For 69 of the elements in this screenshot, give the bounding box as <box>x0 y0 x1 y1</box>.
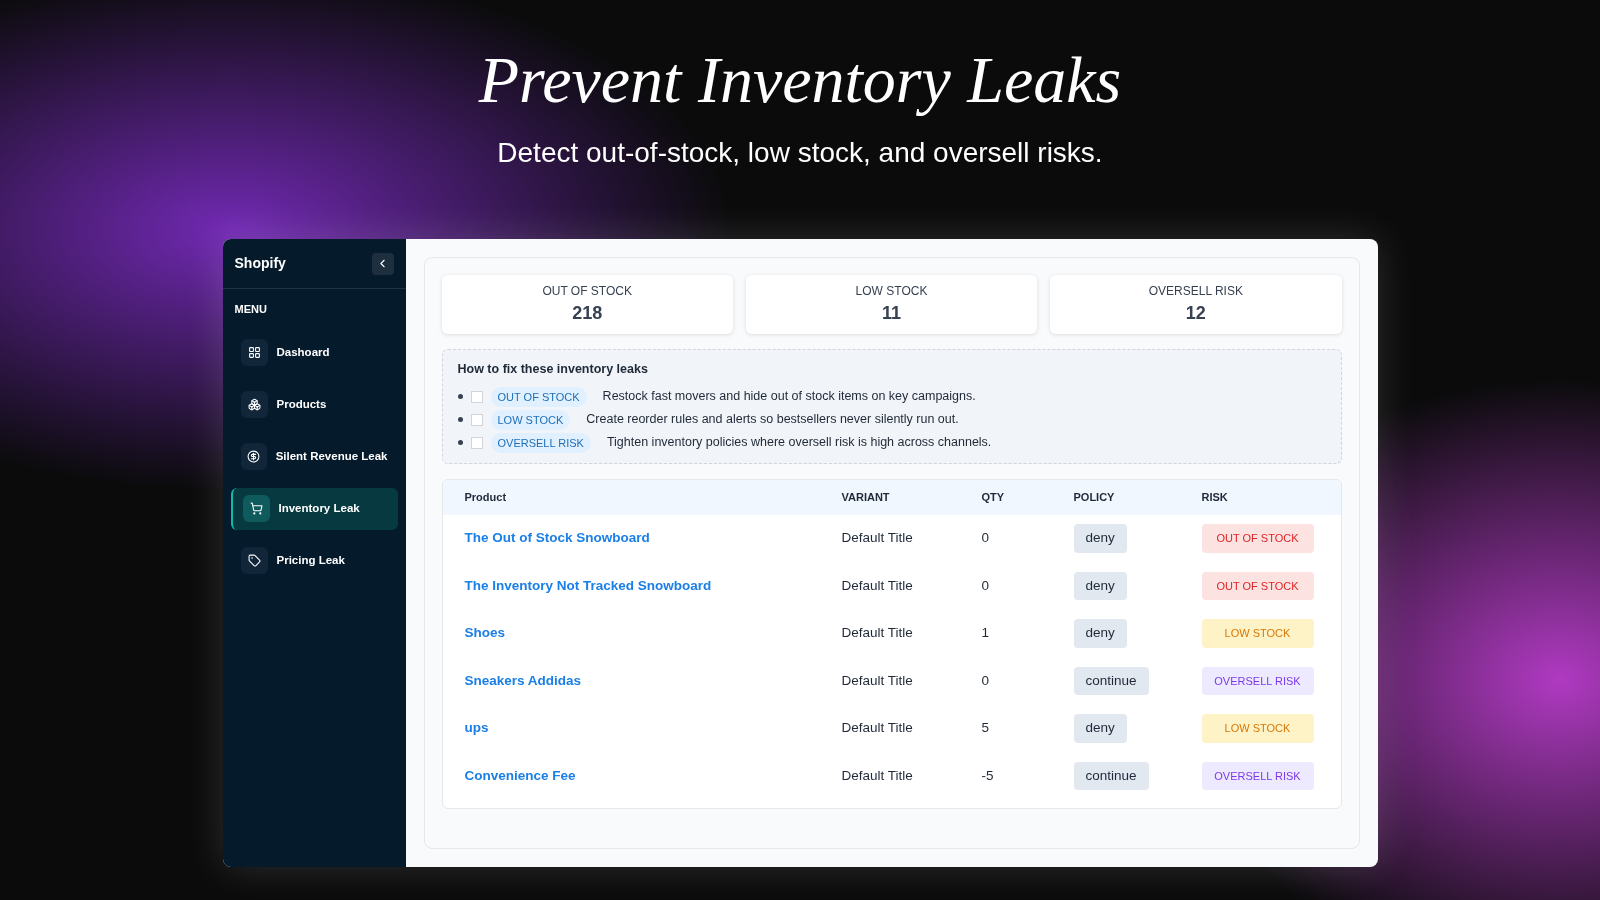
table-cell-text: Default Title <box>841 624 914 643</box>
risk-tag: LOW STOCK <box>490 409 571 430</box>
stat-label: OUT OF STOCK <box>542 283 632 300</box>
table-cell-text: Default Title <box>841 576 914 595</box>
risk-badge: OVERSELL RISK <box>1201 761 1314 791</box>
cart-icon <box>242 495 270 522</box>
collapse-button[interactable] <box>371 252 394 275</box>
stat-value: 12 <box>1185 302 1206 325</box>
tip-text: Tighten inventory policies where oversell risk is high across channels. <box>606 434 992 452</box>
tag-icon <box>240 547 268 574</box>
column-header: VARIANT <box>841 490 891 505</box>
tip-text: Restock fast movers and hide out of stock items on key campaigns. <box>602 388 976 406</box>
risk-badge: OUT OF STOCK <box>1201 524 1314 553</box>
stat-value: 218 <box>572 302 603 325</box>
risk-badge: OUT OF STOCK <box>1201 571 1314 601</box>
column-header: POLICY <box>1073 490 1116 505</box>
brand-name: Shopify <box>234 254 286 273</box>
sidebar-item[interactable]: Dashoard <box>230 331 398 374</box>
table-cell-text: 1 <box>981 624 990 643</box>
table-cell-text: Default Title <box>841 671 914 690</box>
table-cell-text: Default Title <box>841 719 914 738</box>
sidebar-item[interactable]: Silent Revenue Leak <box>230 435 398 478</box>
product-link[interactable]: The Inventory Not Tracked Snowboard <box>464 575 712 597</box>
policy-tag: continue <box>1073 761 1149 791</box>
table-cell-text: 0 <box>981 529 990 548</box>
grid-icon <box>240 339 268 366</box>
policy-tag: deny <box>1073 714 1127 743</box>
stat-label: OVERSELL RISK <box>1148 283 1243 300</box>
policy-tag: deny <box>1073 619 1127 648</box>
stat-label: LOW STOCK <box>855 283 928 300</box>
checkbox[interactable] <box>470 390 483 403</box>
product-link[interactable]: Shoes <box>464 623 505 644</box>
stat-value: 11 <box>881 302 901 325</box>
table-cell-text: -5 <box>981 766 995 785</box>
column-header: QTY <box>981 490 1006 505</box>
table-cell-text: Default Title <box>841 529 914 548</box>
headline: Prevent Inventory Leaks <box>478 42 1122 118</box>
policy-tag: deny <box>1073 571 1127 601</box>
product-link[interactable]: ups <box>464 718 489 739</box>
risk-tag: OVERSELL RISK <box>490 432 591 453</box>
menu-heading: MENU <box>233 302 268 317</box>
product-link[interactable]: Sneakers Addidas <box>464 670 582 692</box>
table-cell-text: Default Title <box>841 766 914 785</box>
table-cell-text: 0 <box>981 671 990 690</box>
tips-title: How to fix these inventory leaks <box>457 361 649 378</box>
sidebar-item[interactable]: Inventory Leak <box>230 487 398 530</box>
boxes-icon <box>240 391 268 418</box>
table-cell-text: 0 <box>981 576 990 595</box>
checkbox[interactable] <box>470 413 483 426</box>
bullet-icon <box>457 440 463 446</box>
policy-tag: deny <box>1073 524 1127 553</box>
product-link[interactable]: Convenience Fee <box>464 765 576 787</box>
subtitle: Detect out-of-stock, low stock, and oversell risks. <box>497 136 1103 170</box>
dollar-icon <box>240 443 267 470</box>
column-header: Product <box>464 490 508 505</box>
policy-tag: continue <box>1073 666 1149 696</box>
risk-badge: OVERSELL RISK <box>1201 666 1314 696</box>
product-link[interactable]: The Out of Stock Snowboard <box>464 528 650 549</box>
bullet-icon <box>457 417 463 423</box>
table-cell-text: 5 <box>981 719 990 738</box>
tip-text: Create reorder rules and alerts so bestsellers never silently run out. <box>586 411 959 429</box>
risk-badge: LOW STOCK <box>1201 714 1314 743</box>
sidebar-item[interactable]: Products <box>230 383 398 426</box>
bullet-icon <box>457 394 463 400</box>
sidebar-item[interactable]: Pricing Leak <box>230 539 398 582</box>
risk-badge: LOW STOCK <box>1201 619 1314 648</box>
risk-tag: OUT OF STOCK <box>490 386 587 407</box>
column-header: RISK <box>1201 490 1229 505</box>
checkbox[interactable] <box>470 436 483 449</box>
